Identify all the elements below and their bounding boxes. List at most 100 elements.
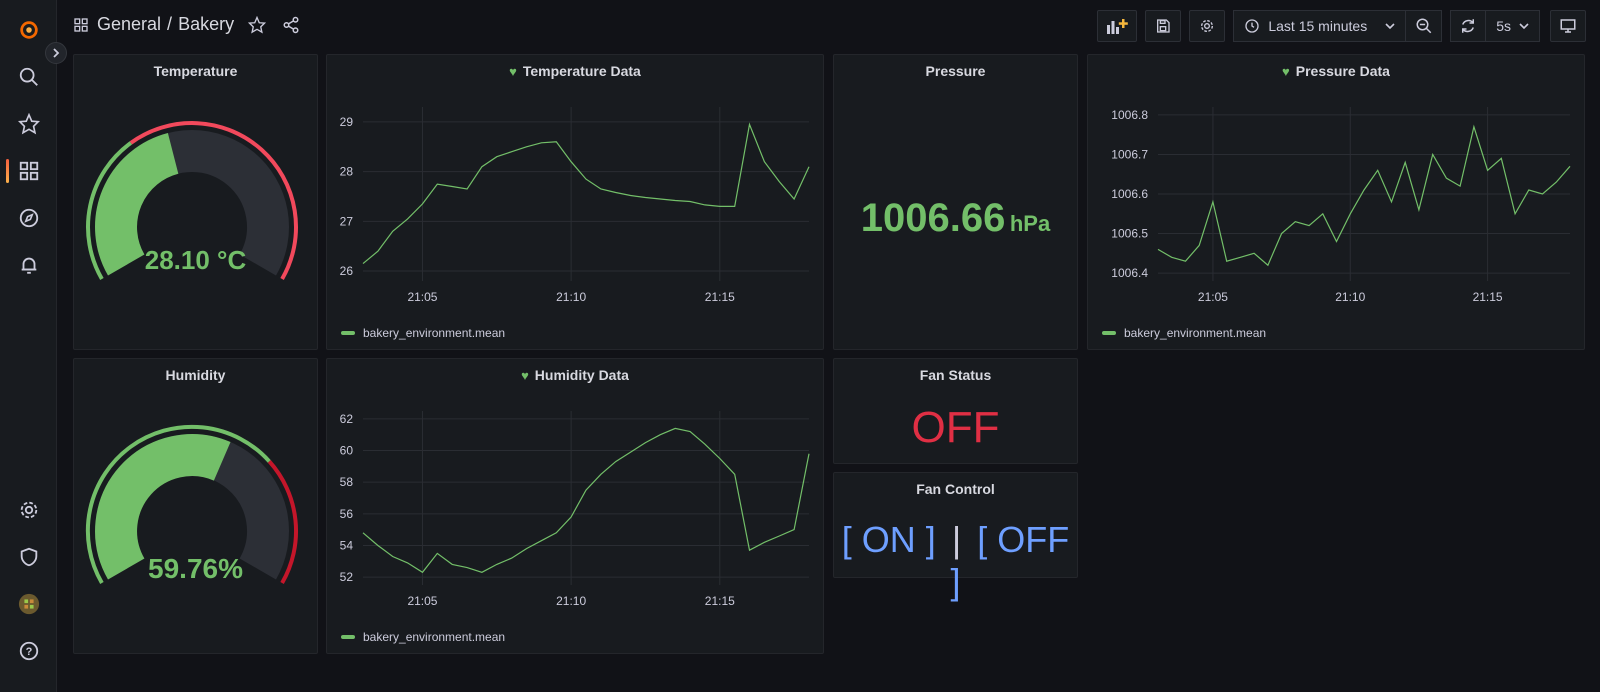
chevron-down-icon [1385,23,1395,30]
chart-legend[interactable]: bakery_environment.mean [341,326,505,340]
pressure-stat: 1006.66 hPa [834,196,1077,241]
gauge-value-arc [95,434,231,580]
panel-pressure-stat[interactable]: Pressure 1006.66 hPa [833,54,1078,350]
top-navbar: General / Bakery Last 15 minutes 5s [57,0,1600,52]
panel-title: Pressure [834,63,1077,79]
gear-icon [1201,20,1214,32]
shield-icon[interactable] [0,537,57,577]
add-panel-button[interactable] [1097,10,1138,42]
humidity-value: 59.76% [148,553,243,584]
y-tick-label: 29 [340,115,354,129]
x-tick-label: 21:10 [556,594,586,608]
y-tick-label: 62 [340,412,354,426]
gear-icon[interactable] [0,490,57,530]
help-icon[interactable]: ? [0,631,57,671]
panel-fan-status[interactable]: Fan Status OFF [833,358,1078,464]
refresh-button[interactable] [1450,10,1487,42]
y-tick-label: 1006.5 [1111,227,1148,241]
star-favorite-icon[interactable] [248,15,267,34]
time-range-picker[interactable]: Last 15 minutes [1233,10,1407,42]
dashboards-icon[interactable] [0,151,57,191]
legend-label: bakery_environment.mean [363,326,506,340]
y-tick-label: 28 [340,165,354,179]
breadcrumb: General / Bakery [73,14,300,35]
panel-pressure-data[interactable]: ♥ Pressure Data 1006.4 1006.5 1006.6 1006.7 1… [1087,54,1585,350]
y-tick-label: 58 [340,475,354,489]
temperature-value: 28.10 °C [144,245,247,275]
panel-temperature-data[interactable]: ♥ Temperature Data 26 27 28 29 21:05 21:10 21:1… [326,54,824,350]
save-dashboard-button[interactable] [1145,10,1182,42]
series-line [362,427,810,574]
chevron-down-icon [1519,23,1529,30]
breadcrumb-separator: / [167,14,173,34]
y-tick-label: 1006.8 [1111,108,1148,122]
series-line [362,122,810,265]
svg-text:?: ? [25,646,32,658]
chevron-right-icon [53,48,60,58]
x-tick-label: 21:05 [407,594,437,608]
panel-title-text: Fan Status [919,367,992,383]
x-tick-label: 21:15 [1473,290,1503,304]
refresh-icon [1462,19,1475,33]
time-range-label: Last 15 minutes [1268,18,1368,34]
legend-label: bakery_environment.mean [1124,326,1267,340]
panel-title-text: Fan Control [916,481,995,497]
y-tick-label: 56 [340,507,354,521]
y-tick-label: 1006.7 [1111,147,1148,161]
pressure-value: 1006.66 [860,196,1006,240]
chart-legend[interactable]: bakery_environment.mean [1102,326,1266,340]
fan-control-links: [ ON ] | [ OFF ] [834,519,1077,603]
fan-status-value: OFF [911,403,1000,452]
panel-fan-control[interactable]: Fan Control [ ON ] | [ OFF ] [833,472,1078,602]
refresh-interval-label: 5s [1496,18,1511,34]
breadcrumb-dashboard[interactable]: Bakery [178,14,234,35]
x-tick-label: 21:10 [1335,290,1365,304]
panel-humidity-gauge[interactable]: Humidity 59.76% [73,358,318,654]
legend-swatch [341,331,355,335]
panel-temperature-gauge[interactable]: Temperature 28.10 °C [73,54,318,350]
star-icon[interactable] [0,104,57,144]
save-icon [1157,19,1171,33]
legend-swatch [1102,331,1116,335]
temperature-line-chart: 26 27 28 29 21:05 21:10 21:15 [340,107,810,304]
y-tick-label: 54 [340,538,354,552]
sidebar: ? [0,0,57,692]
y-tick-label: 60 [340,444,354,458]
series-line [1157,124,1571,267]
y-tick-label: 52 [340,570,354,584]
dashboards-grid-icon [74,17,88,32]
fan-on-link[interactable]: [ ON ] [842,519,936,560]
chart-legend[interactable]: bakery_environment.mean [341,630,505,644]
fan-control-separator: | [951,519,962,560]
panel-title: Fan Control [834,481,1077,497]
y-tick-label: 1006.6 [1111,187,1148,201]
tv-mode-button[interactable] [1550,10,1586,42]
pressure-line-chart: 1006.4 1006.5 1006.6 1006.7 1006.8 21:05 21:10… [1111,107,1571,304]
legend-swatch [341,635,355,639]
fan-off-link[interactable]: [ OFF ] [950,519,1069,602]
legend-label: bakery_environment.mean [363,630,506,644]
refresh-interval-picker[interactable]: 5s [1486,10,1540,42]
x-tick-label: 21:15 [705,594,735,608]
breadcrumb-folder[interactable]: General [97,14,161,35]
panel-humidity-data[interactable]: ♥ Humidity Data 52 54 56 58 60 62 21:05 21:10 21:… [326,358,824,654]
search-icon[interactable] [0,57,57,97]
y-tick-label: 26 [340,264,354,278]
expand-sidebar-button[interactable] [45,42,67,64]
zoom-out-button[interactable] [1406,10,1443,42]
dashboard-settings-button[interactable] [1189,10,1226,42]
explore-compass-icon[interactable] [0,198,57,238]
clock-icon [1245,19,1260,33]
humidity-gauge [85,424,298,585]
x-tick-label: 21:05 [407,290,437,304]
time-picker-group: Last 15 minutes [1233,10,1443,42]
panel-title-text: Pressure [925,63,986,79]
zoom-out-icon [1416,18,1431,34]
x-tick-label: 21:10 [556,290,586,304]
monitor-icon [1560,19,1576,33]
alerting-bell-icon[interactable] [0,245,57,285]
share-icon[interactable] [282,16,300,34]
refresh-group: 5s [1450,10,1540,42]
user-avatar[interactable] [0,584,57,624]
y-tick-label: 1006.4 [1111,266,1148,280]
